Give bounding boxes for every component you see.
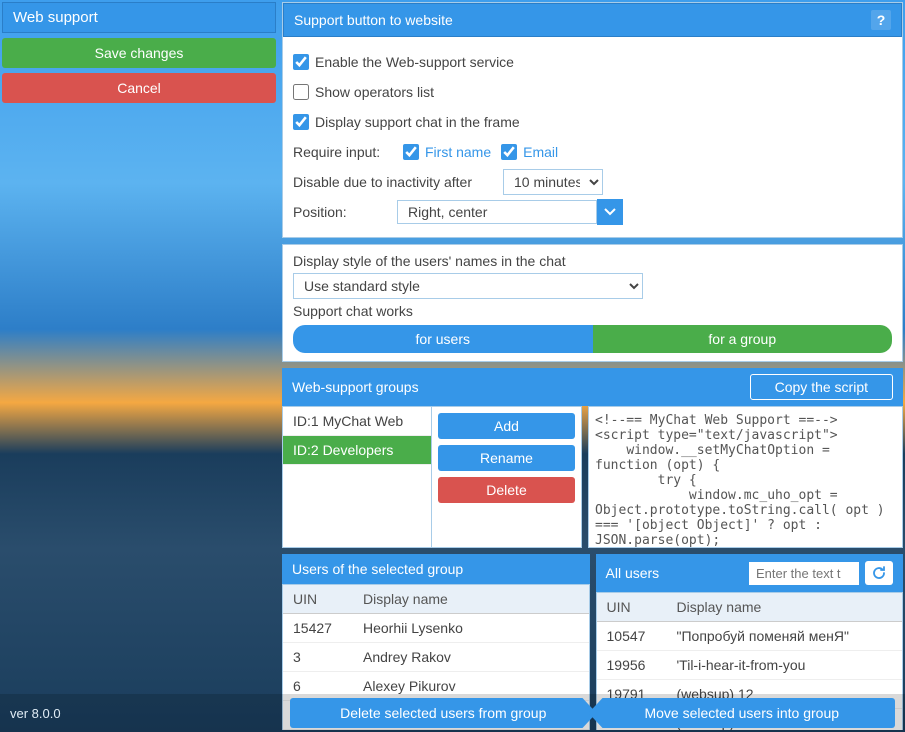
- table-row[interactable]: 10547"Попробуй поменяй менЯ": [597, 622, 903, 651]
- enable-label: Enable the Web-support service: [315, 54, 514, 70]
- show-operators-label: Show operators list: [315, 84, 434, 100]
- sidebar-title: Web support: [2, 2, 276, 33]
- refresh-icon: [871, 565, 887, 581]
- show-operators-checkbox[interactable]: [293, 84, 309, 100]
- group-item[interactable]: ID:2 Developers: [283, 436, 431, 465]
- version-label: ver 8.0.0: [10, 706, 290, 721]
- move-into-group-button[interactable]: Move selected users into group: [589, 698, 896, 728]
- inactivity-label: Disable due to inactivity after: [293, 174, 493, 190]
- group-item[interactable]: ID:1 MyChat Web: [283, 407, 431, 436]
- table-row[interactable]: 15427Heorhii Lysenko: [283, 614, 589, 643]
- email-checkbox[interactable]: [501, 144, 517, 160]
- add-group-button[interactable]: Add: [438, 413, 575, 439]
- help-icon[interactable]: ?: [871, 10, 891, 30]
- delete-from-group-button[interactable]: Delete selected users from group: [290, 698, 597, 728]
- display-style-label: Display style of the users' names in the…: [293, 253, 892, 269]
- for-users-tab[interactable]: for users: [293, 325, 593, 353]
- chevron-down-icon: [604, 208, 616, 216]
- display-style-select[interactable]: Use standard style: [293, 273, 643, 299]
- col-uin[interactable]: UIN: [597, 593, 667, 622]
- groups-list[interactable]: ID:1 MyChat WebID:2 Developers: [282, 406, 432, 548]
- table-row[interactable]: 19956'Til-i-hear-it-from-you: [597, 651, 903, 680]
- save-button[interactable]: Save changes: [2, 38, 276, 68]
- first-name-checkbox[interactable]: [403, 144, 419, 160]
- for-group-tab[interactable]: for a group: [593, 325, 893, 353]
- email-label: Email: [523, 144, 558, 160]
- support-works-label: Support chat works: [293, 303, 892, 319]
- copy-script-button[interactable]: Copy the script: [750, 374, 893, 400]
- all-users-title: All users: [606, 565, 744, 581]
- display-frame-checkbox[interactable]: [293, 114, 309, 130]
- col-display-name[interactable]: Display name: [353, 585, 589, 614]
- enable-checkbox[interactable]: [293, 54, 309, 70]
- table-row[interactable]: 3Andrey Rakov: [283, 643, 589, 672]
- require-input-label: Require input:: [293, 144, 393, 160]
- position-value: Right, center: [397, 200, 597, 224]
- filter-input[interactable]: [749, 562, 859, 585]
- position-dropdown-button[interactable]: [597, 199, 623, 225]
- col-uin[interactable]: UIN: [283, 585, 353, 614]
- script-textarea[interactable]: <!--== MyChat Web Support ==--> <script …: [588, 406, 903, 548]
- col-display-name[interactable]: Display name: [667, 593, 903, 622]
- display-frame-label: Display support chat in the frame: [315, 114, 520, 130]
- inactivity-select[interactable]: 10 minutes: [503, 169, 603, 195]
- selected-users-title: Users of the selected group: [292, 561, 463, 577]
- first-name-label: First name: [425, 144, 491, 160]
- cancel-button[interactable]: Cancel: [2, 73, 276, 103]
- delete-group-button[interactable]: Delete: [438, 477, 575, 503]
- refresh-button[interactable]: [865, 561, 893, 585]
- groups-title: Web-support groups: [292, 379, 419, 395]
- position-label: Position:: [293, 204, 387, 220]
- rename-group-button[interactable]: Rename: [438, 445, 575, 471]
- page-title: Support button to website: [294, 12, 453, 28]
